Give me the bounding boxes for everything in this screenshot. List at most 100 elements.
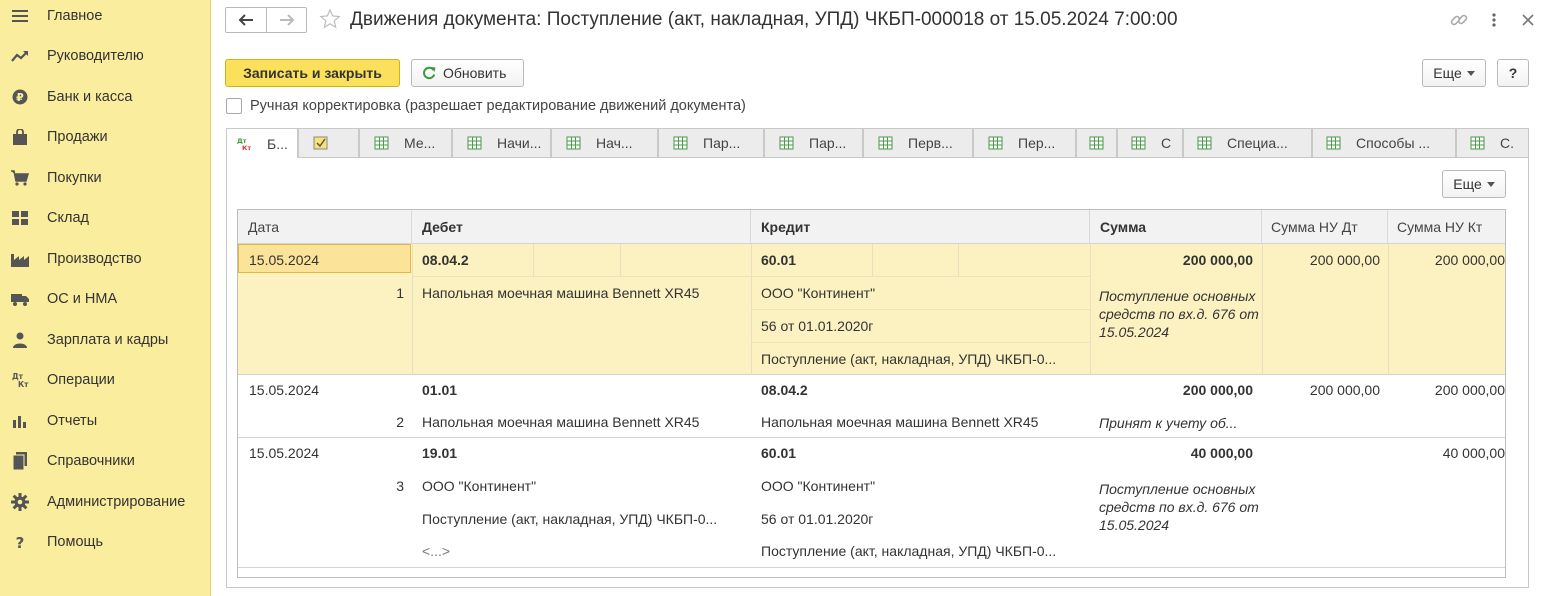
- table-register-icon: [467, 136, 482, 150]
- tab-5[interactable]: Нач...: [551, 128, 658, 158]
- debit-subconto: Поступление (акт, накладная, УПД) ЧКБП-0…: [422, 511, 718, 527]
- tab-14[interactable]: С.: [1456, 128, 1529, 158]
- sidebar-item-help[interactable]: ? Помощь: [0, 522, 210, 562]
- table-register-icon: [878, 136, 893, 150]
- panel-more-button[interactable]: Еще: [1442, 170, 1506, 198]
- tab-6[interactable]: Пар...: [658, 128, 764, 158]
- sidebar-item-label: Банк и касса: [47, 89, 133, 105]
- tab-label: Специа...: [1227, 135, 1288, 151]
- manual-correction-checkbox[interactable]: [226, 98, 242, 114]
- svg-text:₽: ₽: [16, 91, 24, 104]
- table-register-icon: [374, 136, 389, 150]
- column-header-credit[interactable]: Кредит: [751, 210, 1090, 244]
- column-header-sum[interactable]: Сумма: [1090, 210, 1262, 244]
- tab-label: Способы ...: [1356, 135, 1431, 151]
- sidebar-item-label: ОС и НМА: [47, 291, 118, 307]
- svg-text:Кт: Кт: [18, 380, 29, 388]
- tab-9[interactable]: Пер...: [973, 128, 1076, 158]
- tab-label: Нач...: [596, 135, 633, 151]
- sidebar-item-label: Покупки: [47, 170, 102, 186]
- column-header-sum-nu-kt[interactable]: Сумма НУ Кт: [1388, 210, 1505, 244]
- forward-button[interactable]: [266, 8, 306, 32]
- sidebar-item-purchases[interactable]: Покупки: [0, 158, 210, 198]
- tab-7[interactable]: Пар...: [764, 128, 863, 158]
- back-button[interactable]: [226, 8, 266, 32]
- tab-10[interactable]: [1076, 128, 1117, 158]
- table-row[interactable]: 15.05.2024 1 08.04.2 Напольная моечная м…: [238, 244, 1505, 375]
- sidebar-item-warehouse[interactable]: Склад: [0, 198, 210, 238]
- manual-correction-label: Ручная корректировка (разрешает редактир…: [250, 98, 746, 114]
- tab-4[interactable]: Начи...: [452, 128, 551, 158]
- sidebar-item-label: Помощь: [47, 534, 104, 550]
- sidebar-item-salary[interactable]: Зарплата и кадры: [0, 320, 210, 360]
- row-divider: [751, 309, 1090, 310]
- entry-sum: 200 000,00: [1182, 252, 1253, 268]
- register-note-icon: [313, 136, 328, 150]
- tab-label: Б...: [267, 135, 288, 152]
- table-register-icon: [1131, 136, 1146, 150]
- table-row[interactable]: 15.05.2024 3 19.01 ООО "Континент" Посту…: [238, 438, 1505, 568]
- row-divider: [751, 342, 1090, 343]
- sidebar-item-reports[interactable]: Отчеты: [0, 401, 210, 441]
- refresh-button[interactable]: Обновить: [411, 59, 524, 87]
- sidebar-item-administration[interactable]: Администрирование: [0, 482, 210, 522]
- link-icon[interactable]: [1449, 10, 1469, 30]
- table-header: Дата Дебет Кредит Сумма Сумма НУ Дт Сумм…: [238, 210, 1505, 244]
- column-header-debit[interactable]: Дебет: [412, 210, 751, 244]
- sidebar-item-production[interactable]: Производство: [0, 239, 210, 279]
- tab-3[interactable]: Ме...: [359, 128, 452, 158]
- sidebar-item-directories[interactable]: Справочники: [0, 441, 210, 481]
- sidebar-item-label: Операции: [47, 372, 115, 388]
- more-button[interactable]: Еще: [1422, 59, 1486, 87]
- sidebar-item-manager[interactable]: Руководителю: [0, 36, 210, 76]
- chevron-down-icon: [1486, 181, 1495, 187]
- tab-12[interactable]: Специа...: [1183, 128, 1312, 158]
- more-label: Еще: [1433, 65, 1462, 81]
- tab-11[interactable]: С: [1117, 128, 1183, 158]
- table-register-icon: [673, 136, 688, 150]
- close-icon[interactable]: [1518, 10, 1538, 30]
- accounting-entries-table: Дата Дебет Кредит Сумма Сумма НУ Дт Сумм…: [237, 209, 1506, 578]
- tab-label: Пар...: [809, 135, 847, 151]
- credit-account: 08.04.2: [761, 382, 808, 398]
- chevron-down-icon: [1466, 70, 1475, 76]
- sidebar-item-label: Склад: [47, 210, 89, 226]
- entry-content: Поступление основных средств по вх.д. 67…: [1099, 288, 1259, 340]
- tab-8[interactable]: Перв...: [863, 128, 973, 158]
- more-actions-icon[interactable]: [1484, 10, 1504, 30]
- tab-accounting[interactable]: Дт Кт Б...: [226, 128, 298, 159]
- table-register-icon: [566, 136, 581, 150]
- save-and-close-button[interactable]: Записать и закрыть: [225, 59, 400, 87]
- entry-content: Принят к учету об...: [1099, 415, 1238, 431]
- favorite-star-icon[interactable]: [319, 8, 341, 30]
- column-header-date[interactable]: Дата: [238, 210, 412, 244]
- help-button[interactable]: ?: [1497, 59, 1529, 87]
- tab-label: Пар...: [703, 135, 741, 151]
- entry-content: Поступление основных средств по вх.д. 67…: [1099, 481, 1259, 533]
- sidebar-item-operations[interactable]: Дт Кт Операции: [0, 360, 210, 400]
- manual-correction-row[interactable]: Ручная корректировка (разрешает редактир…: [226, 98, 746, 114]
- entry-sum-nu-kt: 200 000,00: [1434, 252, 1505, 268]
- entry-date: 15.05.2024: [249, 445, 320, 461]
- sidebar-item-sales[interactable]: Продажи: [0, 117, 210, 157]
- table-row[interactable]: 15.05.2024 2 01.01 Напольная моечная маш…: [238, 375, 1505, 438]
- trend-icon: [10, 46, 30, 66]
- sidebar-item-bank[interactable]: ₽ Банк и касса: [0, 77, 210, 117]
- tab-label: Начи...: [497, 135, 542, 151]
- bar-chart-icon: [10, 411, 30, 431]
- dt-kt-icon: ДтКт: [237, 137, 251, 151]
- row-divider: [412, 276, 1090, 277]
- bag-icon: [10, 127, 30, 147]
- table-register-icon: [779, 136, 794, 150]
- arrow-left-icon: [238, 14, 253, 26]
- sidebar-item-main[interactable]: Главное: [0, 0, 210, 36]
- column-header-sum-nu-dt[interactable]: Сумма НУ Дт: [1262, 210, 1388, 244]
- sidebar-item-fixed-assets[interactable]: ОС и НМА: [0, 279, 210, 319]
- tab-13[interactable]: Способы ...: [1312, 128, 1456, 158]
- tab-2[interactable]: [298, 128, 359, 158]
- debit-subconto-more[interactable]: <...>: [422, 543, 744, 559]
- credit-account: 60.01: [761, 445, 797, 461]
- sidebar-item-label: Главное: [47, 8, 103, 24]
- debit-account: 01.01: [422, 382, 458, 398]
- books-icon: [10, 451, 30, 471]
